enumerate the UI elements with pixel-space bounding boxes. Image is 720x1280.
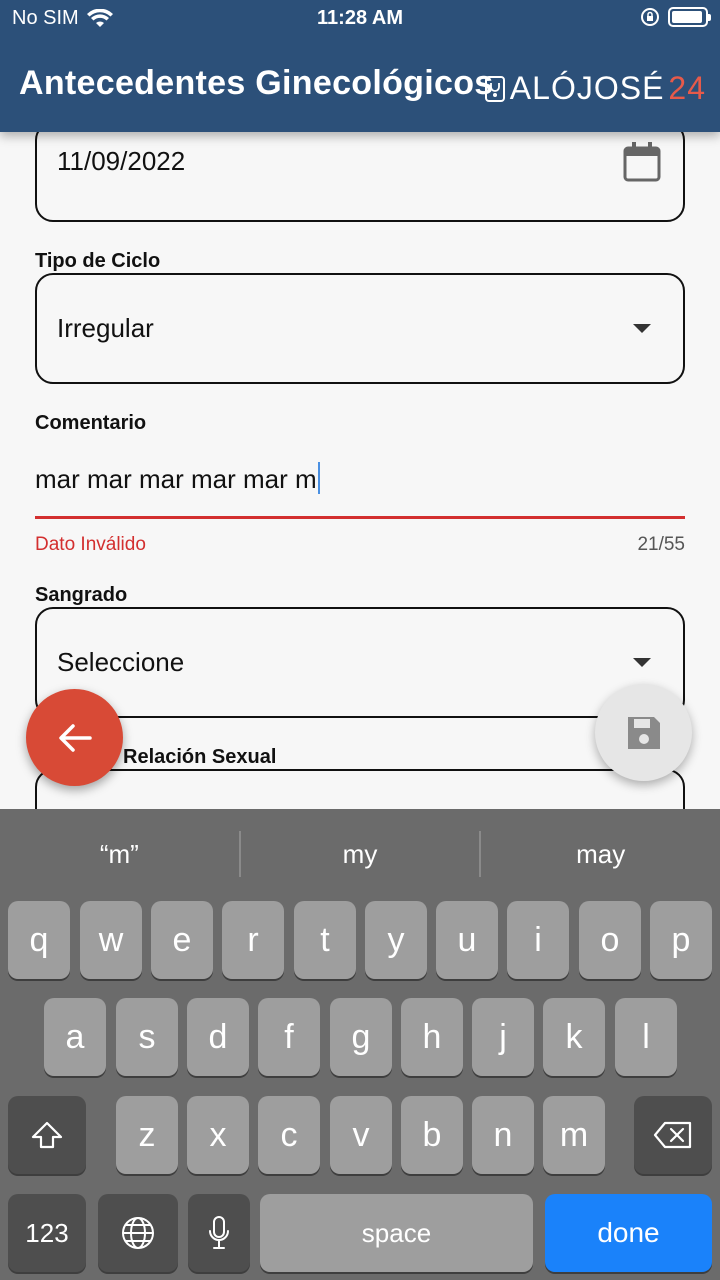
- text-cursor: [317, 462, 320, 494]
- key-d[interactable]: d: [187, 998, 249, 1076]
- done-key[interactable]: done: [545, 1194, 712, 1272]
- chevron-down-icon: [633, 658, 651, 667]
- bleeding-value: Seleccione: [57, 647, 185, 677]
- globe-icon: [122, 1217, 154, 1249]
- globe-key[interactable]: [98, 1194, 178, 1272]
- key-l[interactable]: l: [615, 998, 677, 1076]
- stethoscope-icon: [484, 75, 505, 102]
- key-i[interactable]: i: [507, 901, 569, 979]
- key-z[interactable]: z: [116, 1096, 178, 1174]
- sexual-label: Relación Sexual: [123, 746, 277, 768]
- key-n[interactable]: n: [472, 1096, 534, 1174]
- numbers-key[interactable]: 123: [8, 1194, 86, 1272]
- key-y[interactable]: y: [365, 901, 427, 979]
- key-o[interactable]: o: [579, 901, 641, 979]
- suggestion-bar: “m” my may: [0, 809, 720, 899]
- date-value: 11/09/2022: [57, 146, 186, 176]
- status-time: 11:28 AM: [317, 7, 403, 29]
- key-c[interactable]: c: [258, 1096, 320, 1174]
- app-header: No SIM 11:28 AM Antecedentes Ginecológic…: [0, 0, 720, 132]
- onscreen-keyboard: “m” my may q w e r t y u i o p a s d f g…: [0, 809, 720, 1280]
- key-e[interactable]: e: [151, 901, 213, 979]
- shift-key[interactable]: [8, 1096, 86, 1174]
- key-j[interactable]: j: [472, 998, 534, 1076]
- comment-input[interactable]: mar mar mar mar mar m: [35, 462, 320, 495]
- page-title: Antecedentes Ginecológicos: [19, 64, 494, 102]
- comment-counter: 21/55: [637, 534, 685, 555]
- space-key[interactable]: space: [260, 1194, 533, 1272]
- cycle-label: Tipo de Ciclo: [35, 250, 161, 272]
- suggestion-item[interactable]: my: [241, 809, 480, 899]
- bleeding-label: Sangrado: [35, 584, 128, 606]
- key-r[interactable]: r: [222, 901, 284, 979]
- key-f[interactable]: f: [258, 998, 320, 1076]
- dictation-key[interactable]: [188, 1194, 250, 1272]
- comment-value: mar mar mar mar mar m: [35, 464, 317, 494]
- arrow-left-icon: [58, 723, 92, 752]
- save-button[interactable]: [595, 684, 692, 781]
- comment-label: Comentario: [35, 412, 147, 434]
- backspace-key[interactable]: [634, 1096, 712, 1174]
- key-u[interactable]: u: [436, 901, 498, 979]
- floppy-disk-icon: [627, 716, 660, 749]
- calendar-icon[interactable]: [623, 142, 661, 182]
- key-x[interactable]: x: [187, 1096, 249, 1174]
- battery-icon: [668, 7, 711, 27]
- key-b[interactable]: b: [401, 1096, 463, 1174]
- suggestion-item[interactable]: may: [481, 809, 720, 899]
- bleeding-select[interactable]: Seleccione: [35, 607, 685, 718]
- key-k[interactable]: k: [543, 998, 605, 1076]
- date-field[interactable]: 11/09/2022: [35, 122, 685, 222]
- status-bar: No SIM 11:28 AM: [0, 0, 720, 36]
- key-a[interactable]: a: [44, 998, 106, 1076]
- chevron-down-icon: [633, 324, 651, 333]
- rotation-lock-icon: [641, 8, 659, 26]
- app-logo: ALÓJOSÉ 24: [484, 70, 706, 107]
- key-v[interactable]: v: [330, 1096, 392, 1174]
- key-h[interactable]: h: [401, 998, 463, 1076]
- suggestion-item[interactable]: “m”: [0, 809, 239, 899]
- cycle-select[interactable]: Irregular: [35, 273, 685, 384]
- logo-text: ALÓJOSÉ: [509, 70, 665, 106]
- microphone-icon: [209, 1216, 229, 1249]
- key-t[interactable]: t: [294, 901, 356, 979]
- key-s[interactable]: s: [116, 998, 178, 1076]
- comment-underline: [35, 516, 685, 519]
- logo-number: 24: [668, 70, 706, 106]
- shift-icon: [31, 1121, 63, 1149]
- key-m[interactable]: m: [543, 1096, 605, 1174]
- cycle-value: Irregular: [57, 313, 154, 343]
- key-g[interactable]: g: [330, 998, 392, 1076]
- comment-error: Dato Inválido: [35, 534, 146, 555]
- key-w[interactable]: w: [80, 901, 142, 979]
- key-q[interactable]: q: [8, 901, 70, 979]
- backspace-icon: [653, 1121, 692, 1149]
- back-button[interactable]: [26, 689, 123, 786]
- key-p[interactable]: p: [650, 901, 712, 979]
